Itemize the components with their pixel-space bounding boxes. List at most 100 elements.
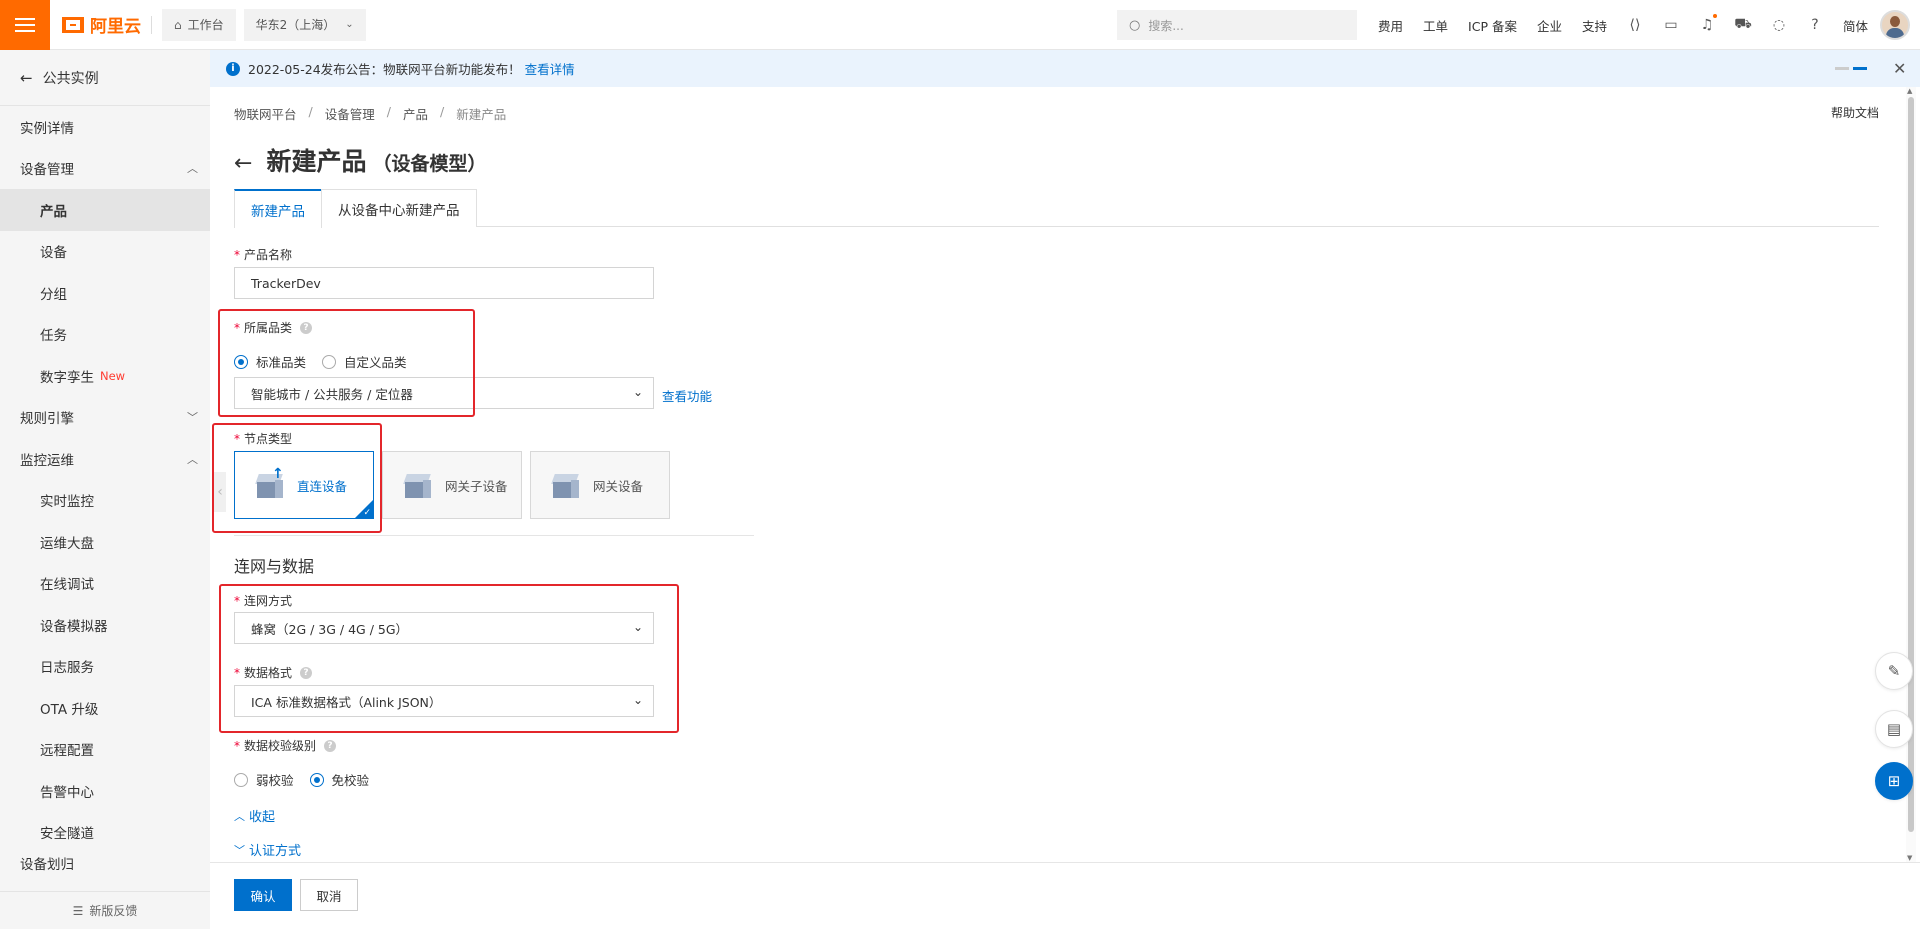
region-selector[interactable]: 华东2（上海） ⌄ [243, 8, 366, 41]
apps-icon[interactable]: ⊞ [1875, 762, 1913, 800]
menu-icon[interactable] [0, 0, 50, 50]
product-name-value: TrackerDev [251, 275, 321, 291]
feedback-label: 新版反馈 [89, 904, 138, 918]
nav-icp[interactable]: ICP 备案 [1468, 16, 1517, 35]
sidebar-item-device-transfer[interactable]: 设备划归 [0, 853, 210, 873]
nav-fees[interactable]: 费用 [1378, 16, 1403, 35]
sidebar-item-online-debug[interactable]: 在线调试 [0, 563, 210, 605]
sidebar-item-product[interactable]: 产品 [0, 189, 210, 231]
back-to-instances[interactable]: ← 公共实例 [0, 50, 210, 106]
sidebar-item-label: 设备划归 [20, 857, 74, 873]
view-function-link[interactable]: 查看功能 [662, 386, 712, 405]
scrollbar[interactable]: ▲ ▼ [1906, 87, 1916, 862]
top-right-nav: 费用 工单 ICP 备案 企业 支持 ⟨⟩ ▭ ♫ ⛟ ◌ ? 简体 [1378, 0, 1888, 50]
sidebar-item-device-simulator[interactable]: 设备模拟器 [0, 604, 210, 646]
bulb-icon[interactable]: ◌ [1771, 17, 1787, 33]
product-name-input[interactable]: TrackerDev [234, 267, 654, 299]
confirm-button[interactable]: 确认 [234, 879, 292, 911]
sidebar-item-log-service[interactable]: 日志服务 [0, 646, 210, 688]
terminal-icon[interactable]: ▭ [1663, 17, 1679, 33]
help-icon[interactable]: ? [1807, 17, 1823, 33]
code-icon[interactable]: ⟨⟩ [1627, 17, 1643, 33]
scroll-down-icon[interactable]: ▼ [1907, 854, 1912, 862]
avatar[interactable] [1880, 10, 1910, 40]
nav-support[interactable]: 支持 [1582, 16, 1607, 35]
search-input[interactable]: ○ 搜索... [1117, 10, 1357, 40]
sidebar-item-device-management[interactable]: 设备管理 ︿ [0, 148, 210, 190]
feedback-icon: ☰ [72, 903, 84, 918]
sidebar-item-instance-detail[interactable]: 实例详情 [0, 106, 210, 148]
cancel-button[interactable]: 取消 [300, 879, 358, 911]
help-doc-link[interactable]: 帮助文档 [1831, 104, 1879, 121]
node-card-gateway[interactable]: 网关设备 [530, 451, 670, 519]
announcement-pager[interactable] [1835, 67, 1867, 70]
aliyun-logo[interactable]: 阿里云 [62, 12, 141, 37]
page-subtitle: （设备模型） [372, 153, 487, 175]
gateway-sub-device-icon [403, 470, 431, 500]
sidebar-item-realtime-monitor[interactable]: 实时监控 [0, 480, 210, 522]
arrow-left-icon[interactable]: ← [234, 151, 252, 176]
help-icon[interactable]: ? [324, 739, 337, 752]
sidebar-item-label: 数字孪生 [40, 369, 94, 386]
radio-weak-verify[interactable]: 弱校验 [234, 770, 294, 789]
language-switch[interactable]: 简体 [1843, 16, 1868, 35]
node-card-gateway-sub[interactable]: 网关子设备 [382, 451, 522, 519]
sidebar-item-alarm-center[interactable]: 告警中心 [0, 770, 210, 812]
nav-tickets[interactable]: 工单 [1423, 16, 1448, 35]
radio-no-verify[interactable]: 免校验 [309, 770, 369, 789]
chevron-down-icon: ⌄ [632, 385, 643, 399]
sidebar-item-label: 设备管理 [20, 162, 74, 179]
sidebar-item-rule-engine[interactable]: 规则引擎 ﹀ [0, 397, 210, 439]
region-label: 华东2（上海） [255, 18, 336, 32]
sidebar-item-label: 安全隧道 [40, 826, 94, 843]
page-title-text: 新建产品 [266, 147, 367, 176]
breadcrumb-item[interactable]: 产品 [403, 104, 428, 123]
node-card-label: 网关子设备 [445, 478, 508, 494]
workbench-button[interactable]: ⌂ 工作台 [162, 8, 236, 41]
bell-icon[interactable]: ♫ [1699, 14, 1717, 33]
tab-from-device-center[interactable]: 从设备中心新建产品 [321, 189, 477, 227]
sidebar-item-monitoring[interactable]: 监控运维 ︿ [0, 438, 210, 480]
cart-icon[interactable]: ⛟ [1734, 16, 1752, 33]
sidebar-item-label: 日志服务 [40, 660, 94, 677]
chevron-up-icon: ︿ [234, 809, 245, 823]
sidebar-item-secure-tunnel[interactable]: 安全隧道 [0, 812, 210, 854]
collapse-toggle[interactable]: ︿ 收起 [234, 806, 275, 826]
feedback-button[interactable]: ☰ 新版反馈 [0, 891, 210, 929]
sidebar-item-group[interactable]: 分组 [0, 272, 210, 314]
sidebar-item-ops-dashboard[interactable]: 运维大盘 [0, 521, 210, 563]
sidebar-item-digital-twin[interactable]: 数字孪生 New [0, 355, 210, 397]
tab-new-product[interactable]: 新建产品 [234, 189, 322, 228]
gateway-device-icon [551, 470, 579, 500]
breadcrumb: 物联网平台 / 设备管理 / 产品 / 新建产品 [234, 104, 507, 123]
sidebar-item-label: 产品 [40, 203, 67, 220]
arrow-left-icon: ← [20, 68, 33, 87]
new-badge: New [100, 368, 126, 383]
sidebar-item-label: 分组 [40, 286, 67, 303]
edit-icon[interactable]: ✎ [1875, 652, 1913, 690]
sidebar-item-device[interactable]: 设备 [0, 231, 210, 273]
breadcrumb-item[interactable]: 设备管理 [325, 104, 375, 123]
workbench-label: 工作台 [187, 18, 224, 32]
node-card-label: 网关设备 [593, 478, 644, 494]
announcement-text: 2022-05-24发布公告：物联网平台新功能发布！ [248, 62, 521, 77]
sidebar-item-remote-config[interactable]: 远程配置 [0, 729, 210, 771]
breadcrumb-item[interactable]: 物联网平台 [234, 104, 297, 123]
chat-icon[interactable]: ▤ [1875, 710, 1913, 748]
logo-text: 阿里云 [90, 17, 141, 37]
close-icon[interactable]: ✕ [1893, 59, 1906, 78]
highlight-box [218, 309, 475, 417]
auth-method-toggle[interactable]: ﹀ 认证方式 [234, 840, 301, 860]
scroll-up-icon[interactable]: ▲ [1907, 87, 1912, 95]
chevron-up-icon: ︿ [187, 162, 198, 176]
announcement-link[interactable]: 查看详情 [525, 59, 575, 78]
section-title: 连网与数据 [234, 557, 315, 576]
highlight-box [212, 423, 382, 533]
logo-mark-icon [62, 16, 84, 33]
nav-enterprise[interactable]: 企业 [1537, 16, 1562, 35]
sidebar-item-ota[interactable]: OTA 升级 [0, 687, 210, 729]
sidebar-item-label: 设备模拟器 [40, 618, 108, 635]
sidebar-item-task[interactable]: 任务 [0, 314, 210, 356]
chevron-down-icon: ﹀ [234, 843, 245, 857]
search-placeholder: 搜索... [1148, 18, 1184, 33]
